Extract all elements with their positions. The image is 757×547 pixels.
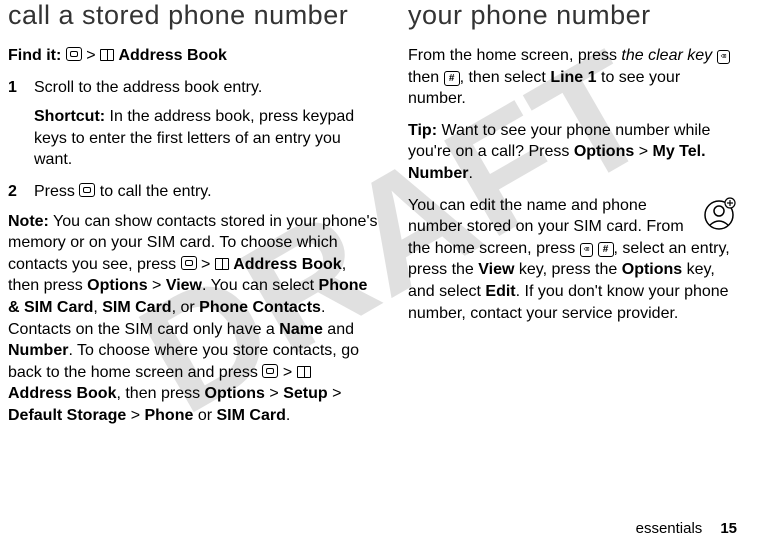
find-it-line: Find it: > Address Book [8,45,378,67]
note-addressbook2: Address Book [8,385,116,402]
center-key-icon-2 [181,256,197,270]
shortcut-block: Shortcut: In the address book, press key… [34,106,378,171]
address-book-label: Address Book [118,47,226,64]
center-key-icon [66,47,82,61]
note-phonecontacts: Phone Contacts [199,299,321,316]
clear-key-icon-2: ⌫ [580,243,593,257]
footer-page-number: 15 [720,520,737,537]
note-phone: Phone [144,407,193,424]
right-p1: From the home screen, press the clear ke… [408,45,737,110]
left-column: call a stored phone number Find it: > Ad… [8,0,378,437]
note-block: Note: You can show contacts stored in yo… [8,211,378,427]
step-1: 1 Scroll to the address book entry. [8,77,378,99]
book-icon-2 [215,258,229,270]
left-heading: call a stored phone number [8,0,378,31]
note-defstorage: Default Storage [8,407,126,424]
note-setup: Setup [283,385,327,402]
note-view: View [166,277,202,294]
note-options2: Options [205,385,265,402]
note-period: . [286,407,290,424]
footer-section: essentials [636,520,703,537]
options-key-label: Options [622,261,682,278]
step-2-num: 2 [8,181,34,203]
note-and: and [323,321,354,338]
view-key-label: View [478,261,514,278]
book-icon [100,49,114,61]
right-column: your phone number From the home screen, … [408,0,737,437]
clear-key-icon: ⌫ [717,50,730,64]
r-then: then [408,69,444,86]
note-gt2: > [148,277,166,294]
note-or: , or [172,299,200,316]
note-or2: or [193,407,216,424]
note-gt1: > [197,256,215,273]
note-name: Name [279,321,323,338]
step-1-num: 1 [8,77,34,99]
note-label: Note: [8,213,49,230]
step-2-pre: Press [34,183,79,200]
step-2-post: to call the entry. [95,183,211,200]
page-content: call a stored phone number Find it: > Ad… [0,0,757,437]
find-it-label: Find it: [8,47,61,64]
r-p1a: From the home screen, press [408,47,621,64]
book-icon-3 [297,366,311,378]
note-options: Options [87,277,147,294]
line1-label: Line 1 [550,69,596,86]
edit-label: Edit [485,283,515,300]
note-addressbook: Address Book [233,256,341,273]
note-gt3: > [278,364,296,381]
clear-key-text: the clear key [621,47,712,64]
right-heading: your phone number [408,0,737,31]
note-simcard: SIM Card [217,407,286,424]
send-key-icon [79,183,95,197]
note-comma1: , [93,299,102,316]
tip-label: Tip: [408,122,437,139]
r-p1b: , then select [460,69,551,86]
tip-block: Tip: Want to see your phone number while… [408,120,737,185]
tip-period: . [468,165,472,182]
tip-options: Options [574,143,634,160]
note-gt6: > [126,407,144,424]
step-2-body: Press to call the entry. [34,181,378,203]
user-plus-icon [701,195,737,231]
hash-key-icon: # [444,71,460,86]
step-2: 2 Press to call the entry. [8,181,378,203]
gt-1: > [86,47,95,64]
hash-key-icon-2: # [598,242,614,257]
r-p3c: key, press the [514,261,621,278]
note-p1c: . You can select [202,277,319,294]
note-gt4: > [265,385,283,402]
note-number: Number [8,342,68,359]
shortcut-label: Shortcut: [34,108,105,125]
right-p3: You can edit the name and phone number s… [408,195,737,325]
note-p2c: , then press [116,385,204,402]
center-key-icon-3 [262,364,278,378]
tip-gt: > [634,143,652,160]
page-footer: essentials 15 [636,520,737,537]
step-1-text: Scroll to the address book entry. [34,77,378,99]
note-sim: SIM Card [102,299,171,316]
note-gt5: > [328,385,342,402]
